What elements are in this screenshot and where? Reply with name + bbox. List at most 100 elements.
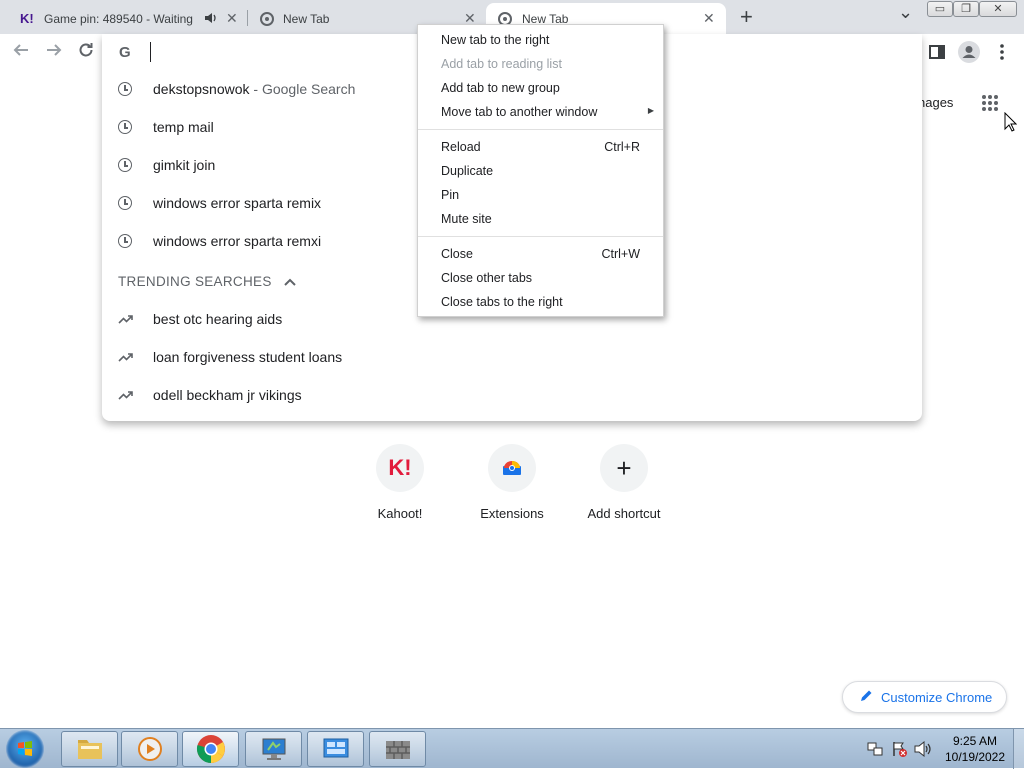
- customize-chrome-label: Customize Chrome: [881, 689, 993, 705]
- kahoot-icon: K!: [376, 444, 424, 492]
- suggestion-suffix: - Google Search: [249, 81, 356, 97]
- menu-item-close-other-tabs[interactable]: Close other tabs: [418, 267, 663, 291]
- shortcut-kahoot[interactable]: K! Kahoot!: [344, 444, 456, 521]
- taskbar-remote-desktop[interactable]: [245, 731, 302, 767]
- minimize-button[interactable]: ▭: [927, 1, 953, 17]
- menu-item-add-reading-list: Add tab to reading list: [418, 53, 663, 77]
- back-arrow-icon[interactable]: [12, 41, 30, 64]
- menu-divider: [418, 236, 663, 237]
- menu-item-close[interactable]: Close Ctrl+W: [418, 243, 663, 267]
- trending-icon: [118, 349, 133, 366]
- suggestion-text: gimkit join: [153, 157, 216, 173]
- clock-date: 10/19/2022: [944, 750, 1006, 764]
- chevron-up-icon[interactable]: [283, 274, 296, 289]
- volume-icon[interactable]: [914, 740, 932, 762]
- mouse-cursor-icon: [1004, 111, 1018, 137]
- tab-close-icon[interactable]: ✕: [703, 10, 715, 27]
- customize-chrome-button[interactable]: Customize Chrome: [842, 681, 1007, 713]
- menu-divider: [418, 129, 663, 130]
- trending-header-label: TRENDING SEARCHES: [118, 274, 272, 289]
- suggestion-text: dekstopsnowok - Google Search: [153, 81, 355, 97]
- taskbar-control-panel[interactable]: [307, 731, 364, 767]
- shortcut-extensions[interactable]: Extensions: [456, 444, 568, 521]
- shortcut-add[interactable]: + Add shortcut: [568, 444, 680, 521]
- tab-search-button[interactable]: ⌄: [898, 2, 913, 23]
- tab-title: New Tab: [283, 11, 330, 26]
- suggestion-text: windows error sparta remxi: [153, 233, 322, 249]
- menu-kebab-icon[interactable]: [999, 43, 1005, 66]
- system-clock[interactable]: 9:25 AM 10/19/2022: [942, 733, 1008, 765]
- apps-grid-icon[interactable]: [981, 94, 999, 117]
- menu-item-shortcut: Ctrl+W: [601, 247, 640, 261]
- menu-item-shortcut: Ctrl+R: [604, 140, 640, 154]
- reload-icon[interactable]: [77, 41, 95, 64]
- trending-icon: [118, 387, 133, 404]
- speaker-icon[interactable]: [204, 11, 218, 28]
- new-tab-button[interactable]: +: [740, 4, 753, 30]
- menu-item-label: Mute site: [441, 212, 492, 226]
- side-panel-icon[interactable]: [929, 44, 945, 65]
- clock-icon: [118, 82, 132, 96]
- menu-item-move-tab[interactable]: Move tab to another window ▶: [418, 101, 663, 125]
- menu-item-label: Close tabs to the right: [441, 295, 563, 309]
- shortcut-label: Add shortcut: [587, 506, 661, 521]
- restore-button[interactable]: ❐: [953, 1, 979, 17]
- clock-icon: [118, 196, 132, 210]
- trending-text: best otc hearing aids: [153, 311, 283, 327]
- taskbar-media-player[interactable]: [121, 731, 178, 767]
- brick-wall-icon: [385, 741, 410, 759]
- clock-icon: [118, 234, 132, 248]
- menu-item-duplicate[interactable]: Duplicate: [418, 160, 663, 184]
- menu-item-label: Reload: [441, 140, 481, 154]
- trending-header[interactable]: TRENDING SEARCHES: [118, 274, 296, 289]
- chrome-icon: [196, 735, 225, 763]
- menu-item-close-tabs-right[interactable]: Close tabs to the right: [418, 291, 663, 315]
- google-g-icon: G: [119, 44, 131, 61]
- pencil-icon: [859, 689, 873, 706]
- control-panel-icon: [323, 738, 348, 758]
- menu-item-label: Duplicate: [441, 164, 494, 178]
- menu-item-label: Add tab to new group: [441, 81, 560, 95]
- media-player-icon: [137, 737, 162, 761]
- show-desktop-button[interactable]: [1013, 729, 1024, 769]
- suggestion-query: dekstopsnowok: [153, 81, 250, 97]
- taskbar-file-explorer[interactable]: [61, 731, 118, 767]
- clock-time: 9:25 AM: [952, 734, 998, 748]
- suggestion-text: windows error sparta remix: [153, 195, 322, 211]
- window-close-button[interactable]: ✕: [979, 1, 1017, 17]
- shortcut-label: Extensions: [480, 506, 544, 521]
- menu-item-add-new-group[interactable]: Add tab to new group: [418, 77, 663, 101]
- menu-item-new-tab-right[interactable]: New tab to the right: [418, 29, 663, 53]
- chrome-favicon-icon: [260, 11, 274, 26]
- menu-item-label: Move tab to another window: [441, 105, 598, 119]
- tab-context-menu: New tab to the right Add tab to reading …: [417, 24, 664, 317]
- omnibox-input[interactable]: [150, 42, 453, 62]
- suggestion-text: temp mail: [153, 119, 214, 135]
- action-center-flag-icon[interactable]: [891, 741, 907, 762]
- menu-item-pin[interactable]: Pin: [418, 184, 663, 208]
- images-link[interactable]: nages: [918, 95, 953, 110]
- forward-arrow-icon[interactable]: [45, 41, 63, 64]
- kahoot-logo: K!: [388, 455, 412, 480]
- tab-close-icon[interactable]: ✕: [226, 10, 238, 27]
- trending-text: odell beckham jr vikings: [153, 387, 302, 403]
- trending-item[interactable]: loan forgiveness student loans: [102, 338, 922, 376]
- menu-item-mute-site[interactable]: Mute site: [418, 208, 663, 232]
- menu-item-label: Close other tabs: [441, 271, 533, 285]
- trending-item[interactable]: odell beckham jr vikings: [102, 376, 922, 414]
- kahoot-favicon-icon: K!: [20, 11, 34, 26]
- network-icon[interactable]: [867, 741, 883, 762]
- menu-item-reload[interactable]: Reload Ctrl+R: [418, 136, 663, 160]
- profile-avatar-icon[interactable]: [958, 41, 980, 68]
- menu-item-label: New tab to the right: [441, 33, 550, 47]
- trending-icon: [118, 311, 133, 328]
- windows-logo-icon: [18, 741, 32, 756]
- chrome-web-store-icon: [488, 444, 536, 492]
- plus-glyph: +: [616, 452, 632, 483]
- remote-desktop-icon: [262, 738, 285, 760]
- start-button[interactable]: [6, 730, 44, 768]
- submenu-arrow-icon: ▶: [647, 106, 654, 115]
- taskbar-firewall[interactable]: [369, 731, 426, 767]
- taskbar-chrome[interactable]: [182, 731, 239, 767]
- tab-kahoot[interactable]: K! Game pin: 489540 - Waiting ✕: [8, 3, 248, 34]
